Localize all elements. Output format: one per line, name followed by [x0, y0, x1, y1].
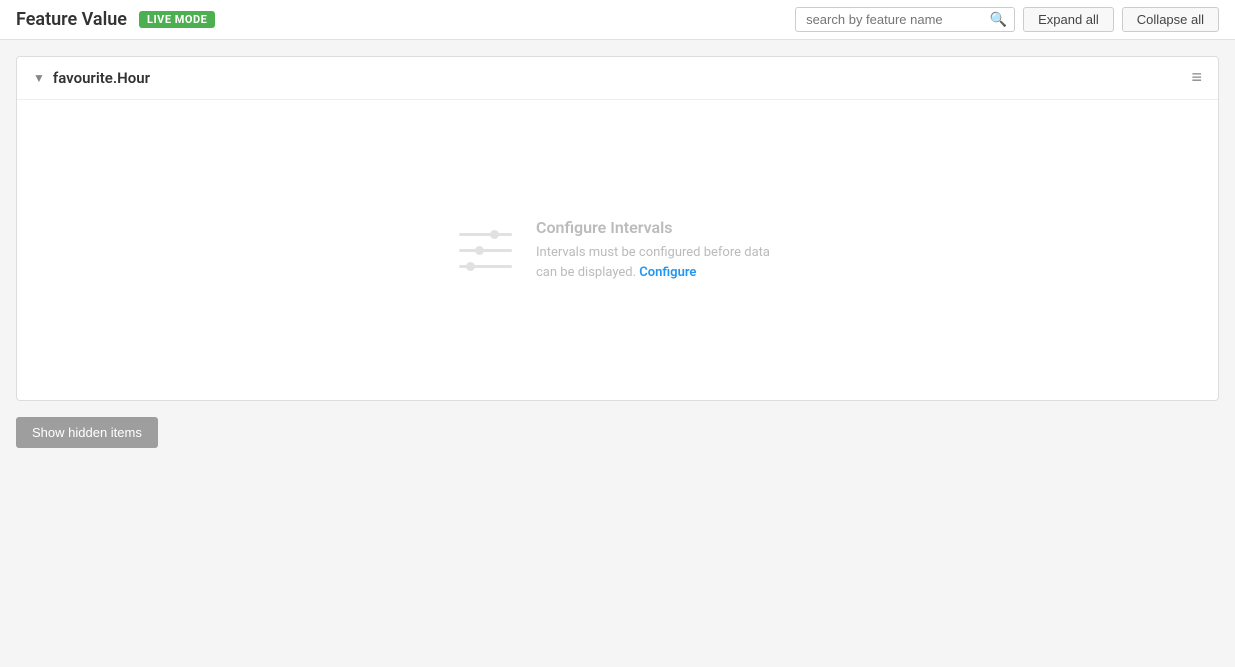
search-icon: 🔍	[990, 12, 1007, 28]
show-hidden-items-button[interactable]: Show hidden items	[16, 417, 158, 448]
slider-row-1	[459, 230, 512, 239]
main-content: ▼ favourite.Hour ≡	[0, 40, 1235, 464]
search-container: 🔍	[795, 7, 1015, 32]
feature-card-header-left: ▼ favourite.Hour	[33, 69, 150, 87]
header-right: 🔍 Expand all Collapse all	[795, 7, 1219, 32]
feature-card-header: ▼ favourite.Hour ≡	[17, 57, 1218, 100]
chevron-down-icon[interactable]: ▼	[33, 71, 45, 85]
configure-link[interactable]: Configure	[639, 265, 696, 280]
page-title: Feature Value	[16, 9, 127, 30]
collapse-all-button[interactable]: Collapse all	[1122, 7, 1219, 32]
expand-all-button[interactable]: Expand all	[1023, 7, 1114, 32]
header-left: Feature Value LIVE MODE	[16, 9, 215, 30]
configure-description: Intervals must be configured before data…	[536, 243, 776, 282]
slider-row-3	[459, 262, 512, 271]
search-input[interactable]	[795, 7, 1015, 32]
configure-title: Configure Intervals	[536, 218, 776, 237]
feature-card-body: Configure Intervals Intervals must be co…	[17, 100, 1218, 400]
configure-text: Configure Intervals Intervals must be co…	[536, 218, 776, 282]
sliders-icon	[459, 230, 512, 271]
footer-actions: Show hidden items	[16, 417, 1219, 448]
header-bar: Feature Value LIVE MODE 🔍 Expand all Col…	[0, 0, 1235, 40]
slider-row-2	[459, 246, 512, 255]
feature-name: favourite.Hour	[53, 69, 150, 87]
feature-card: ▼ favourite.Hour ≡	[16, 56, 1219, 401]
menu-icon[interactable]: ≡	[1191, 69, 1202, 87]
live-mode-badge: LIVE MODE	[139, 11, 215, 28]
configure-placeholder: Configure Intervals Intervals must be co…	[459, 218, 776, 282]
